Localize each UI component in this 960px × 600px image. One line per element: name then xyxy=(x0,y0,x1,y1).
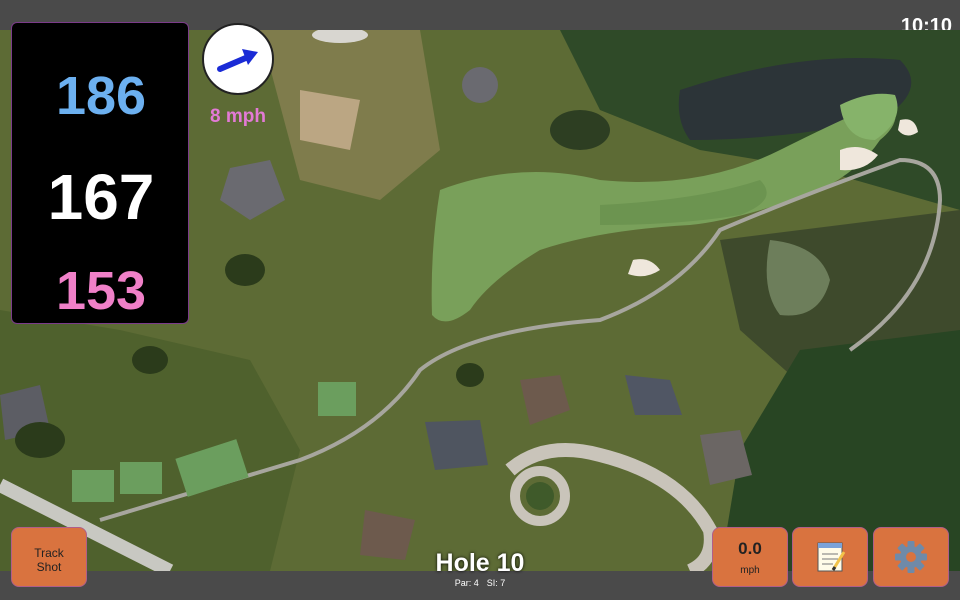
notes-button[interactable] xyxy=(792,527,868,587)
gear-icon xyxy=(895,541,927,573)
front-distance: 153 xyxy=(55,261,147,321)
wind-direction-indicator xyxy=(202,23,274,95)
speed-unit: mph xyxy=(740,565,760,576)
middle-distance: 167 xyxy=(47,161,155,233)
arrow-icon xyxy=(217,49,258,72)
track-shot-label-line2: Shot xyxy=(36,560,62,574)
speed-value: 0.0 xyxy=(738,539,762,558)
hole-info: Par: 4 SI: 7 xyxy=(400,578,560,588)
swing-speed-button[interactable]: 0.0 mph xyxy=(712,527,788,587)
hole-si: SI: 7 xyxy=(486,578,506,588)
notepad-icon xyxy=(817,542,846,572)
settings-button[interactable] xyxy=(873,527,949,587)
distance-panel: 186 167 153 xyxy=(11,22,189,324)
hole-title: Hole 10 xyxy=(435,549,525,577)
hole-par: Par: 4 xyxy=(454,578,479,588)
track-shot-label-line1: Track xyxy=(34,546,64,560)
track-shot-button[interactable]: Track Shot xyxy=(11,527,87,587)
wind-speed: 8 mph xyxy=(210,106,266,127)
back-distance: 186 xyxy=(55,66,147,126)
